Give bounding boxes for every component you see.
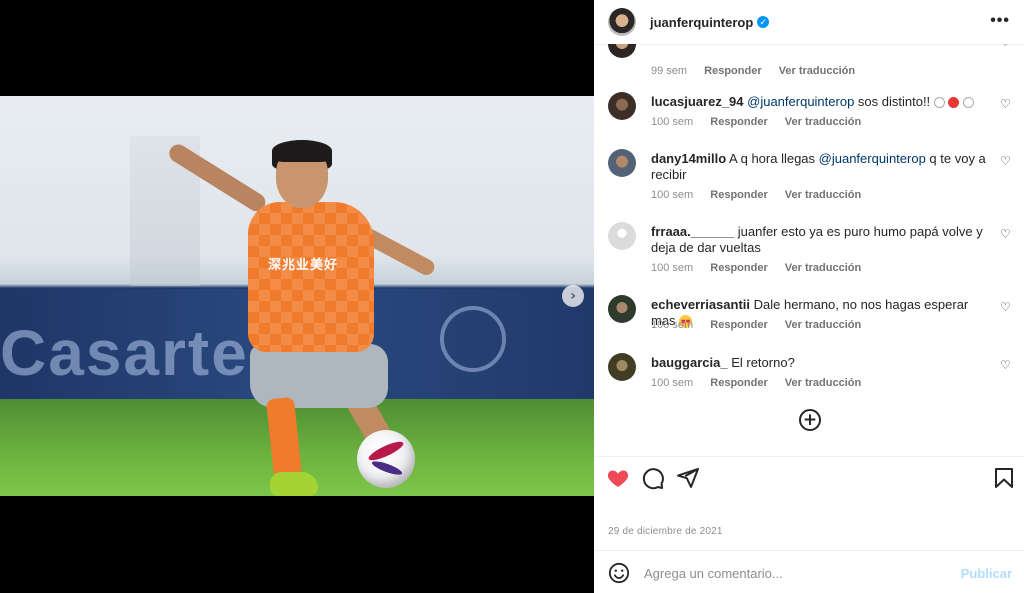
comment-mention[interactable]: @juanferquinterop [819, 151, 926, 166]
reply-button[interactable]: Responder [710, 116, 767, 128]
comment-username[interactable]: echeverriasantii [651, 297, 750, 312]
translate-button[interactable]: Ver traducción [785, 189, 861, 201]
comment-time: 100 sem [651, 319, 694, 331]
white-circle-icon [963, 97, 975, 109]
heart-icon[interactable]: ♡ [1000, 155, 1012, 167]
add-circle-icon[interactable]: + [799, 409, 821, 431]
next-arrow-icon[interactable]: › [562, 285, 584, 307]
player-jersey [248, 202, 374, 352]
comment-item: echeverriasantii Dale hermano, no nos ha… [608, 295, 1012, 335]
player-hair-top [272, 140, 332, 162]
comment-content: A q hora llegas [726, 151, 819, 166]
comment-item: bauggarcia_ El retorno? 100 sem Responde… [608, 353, 1012, 393]
author-username[interactable]: juanferquinterop [650, 15, 753, 30]
comment-time: 100 sem [651, 116, 694, 128]
jersey-sponsor: 深兆业美好 [268, 258, 339, 273]
comment-bar: Publicar [594, 553, 1024, 593]
comment-content: sos distinto!! [854, 94, 931, 109]
comment-avatar[interactable] [608, 353, 636, 381]
translate-button[interactable]: Ver traducción [779, 65, 855, 77]
comment-avatar[interactable] [608, 92, 636, 120]
comment-text: lucasjuarez_94 @juanferquinterop sos dis… [651, 94, 991, 110]
comments-list: 99 sem Responder Ver traducción ♡ lucasj… [594, 44, 1024, 454]
comment-input[interactable] [644, 565, 944, 581]
translate-button[interactable]: Ver traducción [785, 116, 861, 128]
translate-button[interactable]: Ver traducción [785, 377, 861, 389]
comment-icon[interactable] [641, 466, 665, 490]
reply-button[interactable]: Responder [710, 377, 767, 389]
comment-bar-divider [594, 550, 1024, 551]
actions-divider [594, 456, 1024, 457]
more-options-icon[interactable]: ••• [990, 12, 1010, 30]
comment-time: 100 sem [651, 189, 694, 201]
post-date[interactable]: 29 de diciembre de 2021 [608, 526, 723, 537]
comment-meta: 100 sem Responder Ver traducción [651, 262, 875, 274]
comment-meta: 100 sem Responder Ver traducción [651, 377, 875, 389]
white-circle-icon [933, 97, 945, 109]
post-actions [594, 460, 1024, 496]
comment-username[interactable]: lucasjuarez_94 [651, 94, 744, 109]
comment-avatar[interactable] [608, 44, 636, 58]
comment-avatar[interactable] [608, 149, 636, 177]
comment-meta: 100 sem Responder Ver traducción [651, 189, 875, 201]
media-panel: Casarte 深兆业美好 › [0, 0, 594, 593]
player-left-arm [165, 141, 269, 215]
player-boot [270, 472, 318, 496]
comment-item: lucasjuarez_94 @juanferquinterop sos dis… [608, 92, 1012, 132]
player-left-leg [265, 396, 303, 480]
comment-meta: 100 sem Responder Ver traducción [651, 116, 875, 128]
heart-icon[interactable]: ♡ [1000, 228, 1012, 240]
post-header: juanferquinterop ✓ ••• [594, 0, 1024, 44]
comment-text: frraaa.______ juanfer esto ya es puro hu… [651, 224, 991, 256]
translate-button[interactable]: Ver traducción [785, 319, 861, 331]
comment-item: frraaa.______ juanfer esto ya es puro hu… [608, 222, 1012, 278]
comment-mention[interactable]: @juanferquinterop [747, 94, 854, 109]
comment-avatar[interactable] [608, 295, 636, 323]
comment-item: dany14millo A q hora llegas @juanferquin… [608, 149, 1012, 205]
comment-time: 100 sem [651, 262, 694, 274]
publish-button[interactable]: Publicar [961, 566, 1012, 581]
share-icon[interactable] [676, 466, 700, 490]
emoji-icon[interactable] [608, 562, 630, 584]
heart-icon[interactable]: ♡ [1000, 359, 1012, 371]
comment-username[interactable]: bauggarcia_ [651, 355, 728, 370]
reply-button[interactable]: Responder [710, 262, 767, 274]
post-photo[interactable]: Casarte 深兆业美好 [0, 96, 594, 496]
reply-button[interactable]: Responder [710, 319, 767, 331]
comment-time: 100 sem [651, 377, 694, 389]
comment-time: 99 sem [651, 65, 688, 77]
verified-badge-icon: ✓ [757, 16, 770, 28]
reply-button[interactable]: Responder [710, 189, 767, 201]
comment-username[interactable]: dany14millo [651, 151, 726, 166]
post-sidebar: juanferquinterop ✓ ••• 99 sem Responder … [594, 0, 1024, 593]
comment-meta: 100 sem Responder Ver traducción [651, 319, 875, 331]
heart-icon[interactable]: ♡ [1000, 44, 1012, 48]
comment-text: dany14millo A q hora llegas @juanferquin… [651, 151, 991, 183]
heart-icon[interactable] [606, 466, 630, 490]
default-avatar-icon[interactable] [608, 222, 636, 250]
author-avatar[interactable] [608, 8, 636, 36]
comment-meta: 99 sem Responder Ver traducción [651, 65, 869, 77]
comment-username[interactable]: frraaa.______ [651, 224, 734, 239]
comment-text: bauggarcia_ El retorno? [651, 355, 991, 371]
save-icon[interactable] [992, 466, 1016, 490]
football [357, 430, 415, 488]
red-circle-icon [948, 97, 960, 109]
comment-item: 99 sem Responder Ver traducción ♡ [608, 44, 1012, 77]
translate-button[interactable]: Ver traducción [785, 262, 861, 274]
comment-content: El retorno? [727, 355, 795, 370]
reply-button[interactable]: Responder [704, 65, 761, 77]
heart-icon[interactable]: ♡ [1000, 98, 1012, 110]
heart-icon[interactable]: ♡ [1000, 301, 1012, 313]
